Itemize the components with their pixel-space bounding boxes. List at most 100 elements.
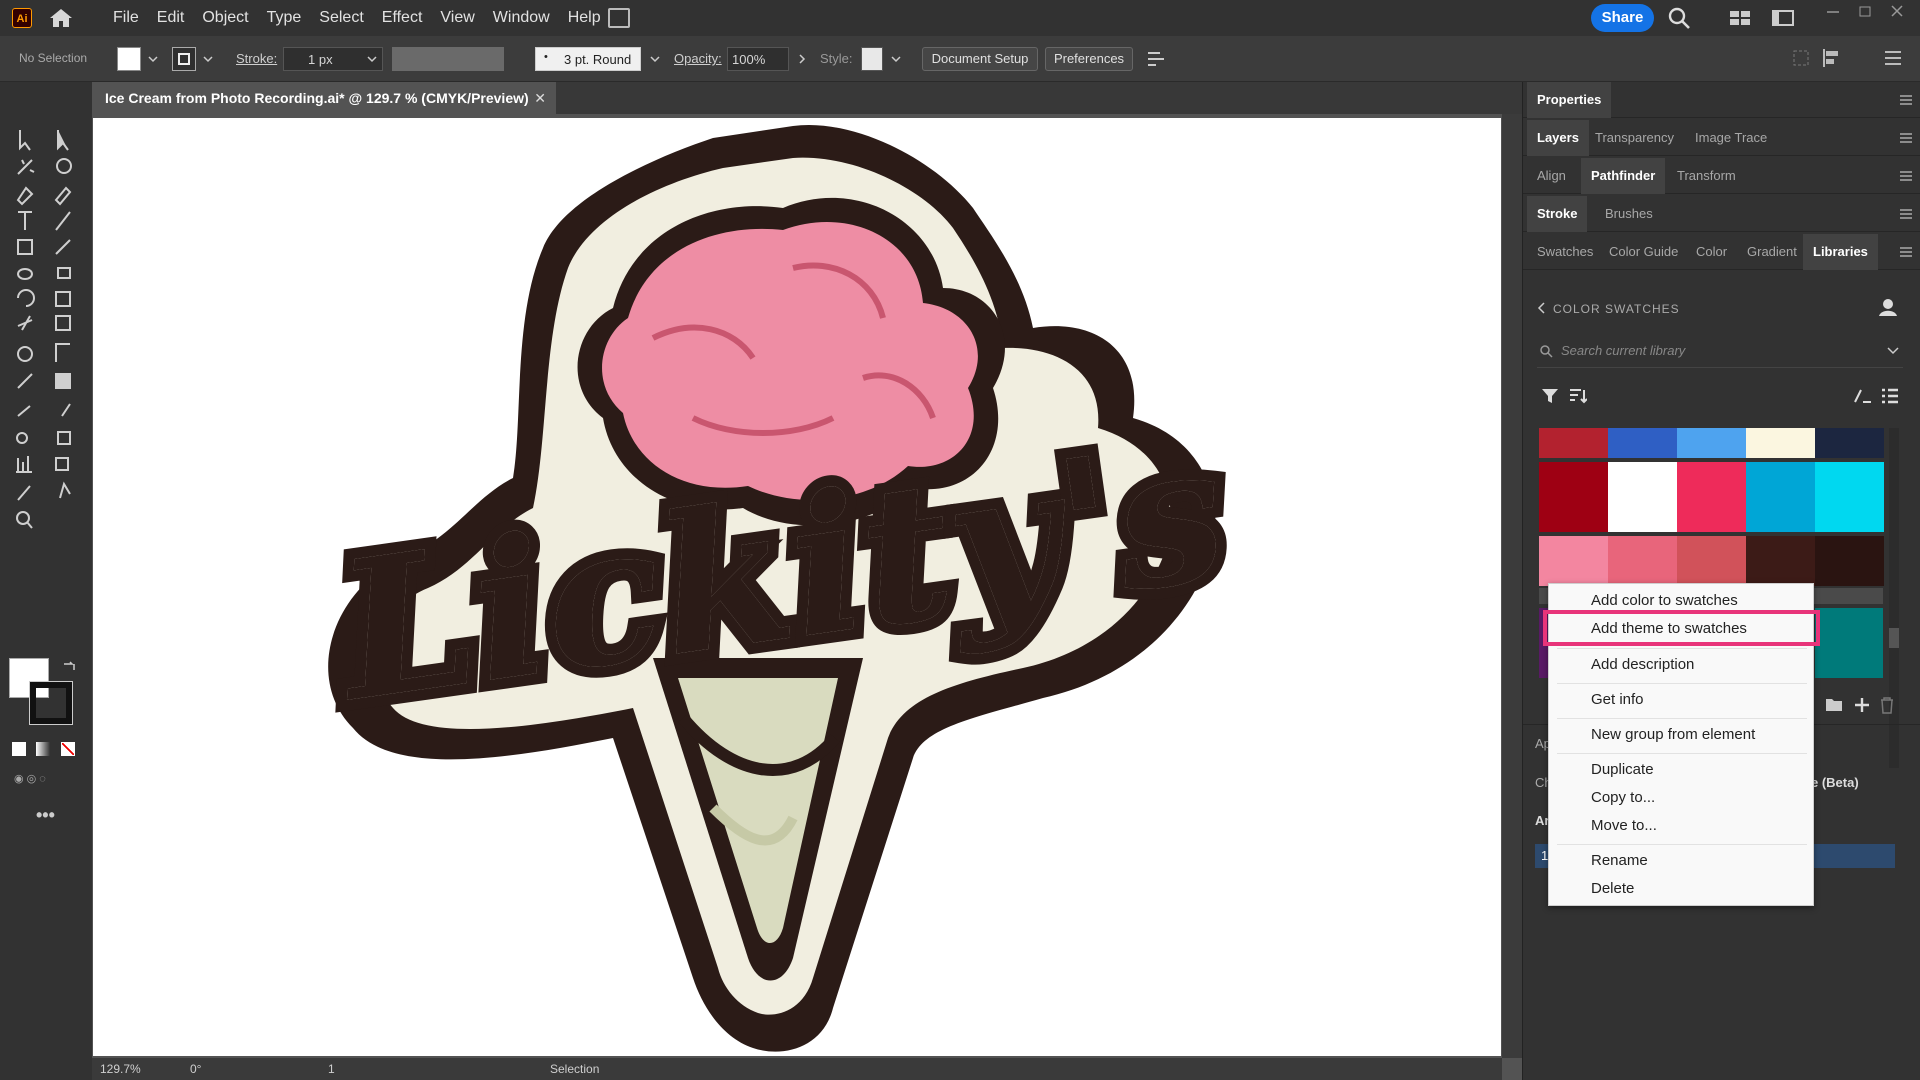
- menu-file[interactable]: File: [104, 9, 148, 27]
- chevron-down-icon[interactable]: [148, 54, 158, 64]
- arrange-documents-icon[interactable]: [608, 8, 630, 28]
- tab-layers[interactable]: Layers: [1527, 120, 1589, 156]
- vertical-scrollbar[interactable]: [1502, 114, 1522, 1058]
- more-tools-icon[interactable]: •••: [36, 805, 55, 826]
- home-icon[interactable]: [48, 7, 74, 29]
- isolate-icon[interactable]: [1792, 49, 1810, 67]
- stroke-label[interactable]: Stroke:: [236, 51, 277, 66]
- swatch-theme-row[interactable]: [1539, 462, 1884, 532]
- tool-icons-grid[interactable]: [12, 126, 80, 646]
- swatch-color[interactable]: [1539, 428, 1608, 458]
- swatch-color[interactable]: [1746, 462, 1815, 532]
- document-setup-button[interactable]: Document Setup: [922, 47, 1038, 71]
- menu-item-new-group[interactable]: New group from element: [1549, 722, 1815, 748]
- minimize-window-icon[interactable]: [1823, 4, 1843, 18]
- brush-definition[interactable]: • 3 pt. Round: [535, 47, 641, 71]
- menu-item-delete[interactable]: Delete: [1549, 876, 1815, 902]
- folder-icon[interactable]: [1825, 696, 1843, 712]
- preferences-button[interactable]: Preferences: [1045, 47, 1133, 71]
- graphic-style-swatch[interactable]: [861, 47, 883, 71]
- swap-colors-icon[interactable]: [62, 660, 76, 674]
- panel-menu-icon[interactable]: [1899, 94, 1913, 106]
- variable-width-profile[interactable]: [392, 47, 504, 71]
- tab-stroke[interactable]: Stroke: [1527, 196, 1588, 232]
- tab-color[interactable]: Color: [1696, 234, 1727, 270]
- tab-gradient[interactable]: Gradient: [1747, 234, 1797, 270]
- chevron-right-icon[interactable]: [797, 54, 807, 64]
- collaborators-icon[interactable]: [1877, 296, 1899, 318]
- tab-libraries[interactable]: Libraries: [1803, 234, 1878, 270]
- menu-item-duplicate[interactable]: Duplicate: [1549, 757, 1815, 783]
- panel-menu-icon[interactable]: [1899, 170, 1913, 182]
- chevron-down-icon[interactable]: [203, 54, 213, 64]
- menu-help[interactable]: Help: [559, 9, 610, 27]
- chevron-down-icon[interactable]: [891, 54, 901, 64]
- swatch-color[interactable]: [1815, 536, 1884, 586]
- swatch-color[interactable]: [1608, 536, 1677, 586]
- panel-partial-label-beta[interactable]: e (Beta): [1811, 775, 1859, 790]
- chevron-down-icon[interactable]: [367, 54, 377, 64]
- swatch-color[interactable]: [1746, 428, 1815, 458]
- chevron-down-icon[interactable]: [650, 54, 660, 64]
- panel-menu-icon[interactable]: [1899, 246, 1913, 258]
- filter-icon[interactable]: [1541, 388, 1559, 404]
- library-search-bar[interactable]: Search current library: [1537, 336, 1903, 368]
- swatch-teal-partial[interactable]: [1815, 608, 1883, 678]
- close-window-icon[interactable]: [1887, 4, 1907, 18]
- close-tab-icon[interactable]: ✕: [534, 82, 546, 114]
- panel-menu-icon[interactable]: [1899, 132, 1913, 144]
- menu-object[interactable]: Object: [193, 9, 257, 27]
- align-options-icon[interactable]: [1146, 49, 1166, 69]
- tab-brushes[interactable]: Brushes: [1605, 196, 1653, 232]
- menu-item-copy-to[interactable]: Copy to...: [1549, 785, 1815, 811]
- menu-edit[interactable]: Edit: [148, 9, 194, 27]
- color-mode-icon[interactable]: [12, 742, 26, 756]
- share-button[interactable]: Share: [1591, 4, 1654, 32]
- artboard-number[interactable]: 1: [328, 1062, 335, 1076]
- menu-item-move-to[interactable]: Move to...: [1549, 813, 1815, 839]
- menu-window[interactable]: Window: [484, 9, 559, 27]
- tab-pathfinder[interactable]: Pathfinder: [1581, 158, 1666, 194]
- tab-transform[interactable]: Transform: [1677, 158, 1736, 194]
- back-chevron-icon[interactable]: [1537, 302, 1547, 314]
- panel-menu-icon[interactable]: [1884, 50, 1902, 66]
- library-scrollbar[interactable]: [1889, 428, 1899, 768]
- stroke-swatch[interactable]: [172, 47, 196, 71]
- document-tab[interactable]: Ice Cream from Photo Recording.ai* @ 129…: [92, 82, 556, 114]
- opacity-label[interactable]: Opacity:: [674, 51, 722, 66]
- fill-swatch[interactable]: [117, 47, 141, 71]
- workspace-layout-icon[interactable]: [1729, 9, 1751, 27]
- stroke-color-box[interactable]: [29, 681, 73, 725]
- restore-window-icon[interactable]: [1855, 4, 1875, 18]
- swatch-color[interactable]: [1608, 462, 1677, 532]
- rotation-value[interactable]: 0°: [190, 1062, 201, 1076]
- swatch-color[interactable]: [1746, 536, 1815, 586]
- tab-align[interactable]: Align: [1537, 158, 1566, 194]
- swatch-color[interactable]: [1677, 462, 1746, 532]
- search-icon[interactable]: [1667, 6, 1691, 30]
- add-icon[interactable]: [1853, 696, 1871, 714]
- panel-menu-icon[interactable]: [1899, 208, 1913, 220]
- swatch-color[interactable]: [1677, 428, 1746, 458]
- trash-icon[interactable]: [1879, 696, 1895, 714]
- swatch-color[interactable]: [1539, 536, 1608, 586]
- opacity-field[interactable]: 100%: [727, 47, 789, 71]
- menu-item-rename[interactable]: Rename: [1549, 848, 1815, 874]
- menu-effect[interactable]: Effect: [373, 9, 432, 27]
- swatch-color[interactable]: [1815, 462, 1884, 532]
- grid-view-icon[interactable]: [1853, 388, 1873, 404]
- swatch-theme-row[interactable]: [1539, 428, 1884, 458]
- workspace-switcher-icon[interactable]: [1772, 9, 1794, 27]
- list-view-icon[interactable]: [1881, 388, 1899, 404]
- tab-color-guide[interactable]: Color Guide: [1609, 234, 1678, 270]
- ice-cream-logo-artwork[interactable]: Lickity's Lickity's: [93, 118, 1501, 1056]
- tab-properties[interactable]: Properties: [1527, 82, 1612, 118]
- menu-select[interactable]: Select: [310, 9, 372, 27]
- align-panel-icon[interactable]: [1822, 48, 1844, 68]
- menu-type[interactable]: Type: [258, 9, 311, 27]
- sort-icon[interactable]: [1569, 388, 1587, 404]
- chevron-down-icon[interactable]: [1887, 346, 1899, 356]
- swatch-color[interactable]: [1539, 462, 1608, 532]
- swatch-theme-row[interactable]: [1539, 536, 1884, 586]
- zoom-level[interactable]: 129.7%: [100, 1062, 141, 1076]
